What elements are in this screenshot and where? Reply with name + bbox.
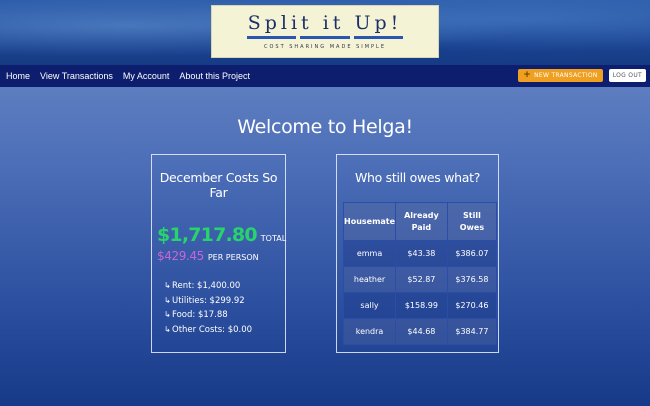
cost-breakdown-list: ↳Rent: $1,400.00 ↳Utilities: $299.92 ↳Fo… xyxy=(164,279,285,337)
per-person-row: $429.45 PER PERSON xyxy=(157,249,285,263)
still-owes-value: $376.58 xyxy=(446,266,498,293)
nav-actions: + NEW TRANSACTION LOG OUT xyxy=(518,69,646,82)
owes-card-title: Who still owes what? xyxy=(354,170,481,185)
total-label: TOTAL xyxy=(260,234,287,243)
table-header-row: Housemate Already Paid Still Owes xyxy=(342,202,498,241)
plus-icon: + xyxy=(523,70,532,80)
column-header-still-owes: Still Owes xyxy=(446,202,498,241)
page-title: Welcome to Helga! xyxy=(237,116,413,138)
logo-title: Split it Up! xyxy=(247,12,403,34)
column-header-housemate: Housemate xyxy=(342,202,397,241)
already-paid-value: $44.68 xyxy=(395,318,448,345)
costs-card-title: December Costs So Far xyxy=(159,170,278,200)
already-paid-value: $52.87 xyxy=(395,266,448,293)
total-row: $1,717.80 TOTAL xyxy=(157,224,287,246)
owes-card: Who still owes what? Housemate Already P… xyxy=(336,154,499,353)
already-paid-value: $43.38 xyxy=(395,240,448,267)
nav-about-project[interactable]: About this Project xyxy=(179,71,250,81)
breakdown-item-rent: ↳Rent: $1,400.00 xyxy=(164,279,285,294)
table-row: heather $52.87 $376.58 xyxy=(342,266,498,293)
housemate-name: sally xyxy=(342,292,397,319)
total-amount: $1,717.80 xyxy=(157,224,258,246)
breakdown-item-other: ↳Other Costs: $0.00 xyxy=(164,323,285,338)
return-arrow-icon: ↳ xyxy=(164,324,171,334)
nav-my-account[interactable]: My Account xyxy=(123,71,170,81)
nav-home[interactable]: Home xyxy=(6,71,30,81)
logo[interactable]: Split it Up! COST SHARING MADE SIMPLE xyxy=(211,5,439,58)
owes-table: Housemate Already Paid Still Owes emma $… xyxy=(342,202,498,345)
logo-divider xyxy=(247,36,403,39)
breakdown-item-utilities: ↳Utilities: $299.92 xyxy=(164,294,285,309)
costs-card: December Costs So Far $1,717.80 TOTAL $4… xyxy=(151,154,286,353)
already-paid-value: $158.99 xyxy=(395,292,448,319)
still-owes-value: $386.07 xyxy=(446,240,498,267)
housemate-name: heather xyxy=(342,266,397,293)
logout-button[interactable]: LOG OUT xyxy=(608,69,646,82)
return-arrow-icon: ↳ xyxy=(164,281,171,290)
breakdown-item-food: ↳Food: $17.88 xyxy=(164,308,285,323)
housemate-name: kendra xyxy=(342,318,397,345)
column-header-already-paid: Already Paid xyxy=(395,202,448,241)
table-row: kendra $44.68 $384.77 xyxy=(342,318,498,345)
per-person-amount: $429.45 xyxy=(157,249,204,263)
nav-view-transactions[interactable]: View Transactions xyxy=(40,71,113,81)
housemate-name: emma xyxy=(342,240,397,267)
navbar: Home View Transactions My Account About … xyxy=(0,65,650,87)
return-arrow-icon: ↳ xyxy=(164,310,171,319)
still-owes-value: $270.46 xyxy=(446,292,498,319)
return-arrow-icon: ↳ xyxy=(164,295,171,305)
new-transaction-label: NEW TRANSACTION xyxy=(534,72,598,79)
table-row: emma $43.38 $386.07 xyxy=(342,240,498,267)
logo-tagline: COST SHARING MADE SIMPLE xyxy=(263,44,386,50)
table-row: sally $158.99 $270.46 xyxy=(342,292,498,319)
still-owes-value: $384.77 xyxy=(446,318,498,345)
per-person-label: PER PERSON xyxy=(207,253,259,262)
new-transaction-button[interactable]: + NEW TRANSACTION xyxy=(518,69,603,82)
